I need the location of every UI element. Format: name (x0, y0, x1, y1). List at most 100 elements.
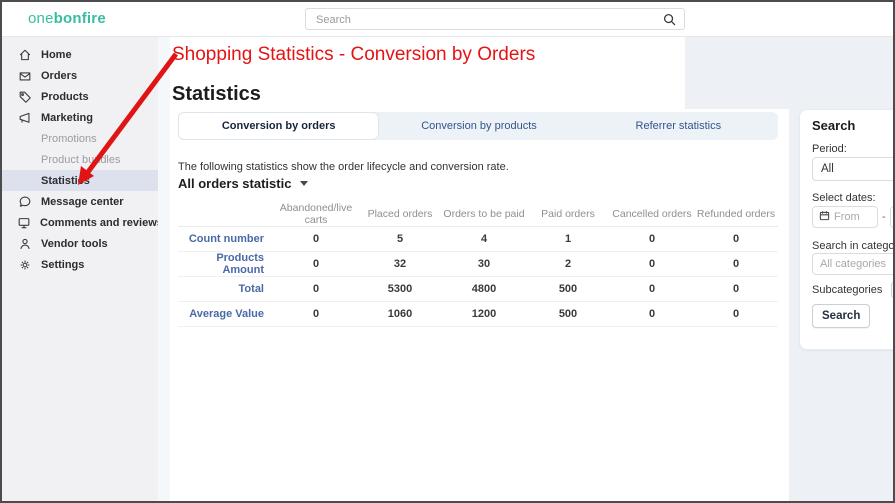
table-cell: 0 (610, 302, 694, 327)
sidebar-item-statistics[interactable]: Statistics (2, 170, 158, 191)
table-cell: 0 (694, 302, 778, 327)
panel-search-button[interactable]: Search (812, 304, 870, 328)
sidebar-item-settings[interactable]: Settings (2, 254, 158, 275)
row-label: Average Value (178, 302, 274, 327)
global-search (305, 8, 685, 30)
date-from-input[interactable]: From (812, 206, 878, 228)
table-cell: 0 (274, 252, 358, 277)
table-cell: 1 (526, 227, 610, 252)
sidebar-item-label: Statistics (41, 175, 90, 187)
date-to-input[interactable] (890, 206, 895, 228)
row-label: Products Amount (178, 252, 274, 277)
orders-statistic-dropdown[interactable]: All orders statistic (178, 176, 308, 191)
app-window: onebonfire Home Orders Products Marketing Pr… (0, 0, 895, 503)
table-cell: 4 (442, 227, 526, 252)
sidebar-item-label: Comments and reviews (40, 217, 163, 229)
table-column-header: Paid orders (526, 202, 610, 227)
sidebar-item-promotions[interactable]: Promotions (2, 128, 158, 149)
tab-conversion-by-products[interactable]: Conversion by products (379, 112, 578, 140)
sidebar-item-products[interactable]: Products (2, 86, 158, 107)
table-row: Total05300480050000 (178, 277, 778, 302)
sidebar-item-label: Home (41, 49, 72, 61)
sidebar-gutter (158, 37, 170, 501)
category-label: Search in category (812, 240, 895, 252)
table-cell: 0 (694, 277, 778, 302)
table-cell: 4800 (442, 277, 526, 302)
table-column-header: Abandoned/live carts (274, 202, 358, 227)
marketing-icon (17, 110, 32, 125)
table-cell: 0 (610, 252, 694, 277)
table-cell: 0 (274, 227, 358, 252)
category-input[interactable]: All categories (812, 253, 895, 275)
page-background-top-right (685, 37, 895, 109)
table-cell: 32 (358, 252, 442, 277)
table-cell: 500 (526, 277, 610, 302)
table-row: Average Value01060120050000 (178, 302, 778, 327)
period-select[interactable]: All (812, 157, 895, 181)
table-cell: 0 (274, 302, 358, 327)
table-column-header: Placed orders (358, 202, 442, 227)
table-row: Count number054100 (178, 227, 778, 252)
subcategories-label: Subcategories (812, 284, 882, 296)
sidebar-item-label: Settings (41, 259, 84, 271)
select-dates-label: Select dates: (812, 192, 876, 204)
description-text: The following statistics show the order … (178, 161, 509, 173)
tab-conversion-by-orders[interactable]: Conversion by orders (178, 112, 379, 140)
sidebar-item-marketing[interactable]: Marketing (2, 107, 158, 128)
table-cell: 500 (526, 302, 610, 327)
row-label: Total (178, 277, 274, 302)
sidebar-item-home[interactable]: Home (2, 44, 158, 65)
search-input[interactable] (314, 9, 648, 31)
sidebar-item-message-center[interactable]: Message center (2, 191, 158, 212)
date-separator: - (882, 211, 886, 223)
table-cell: 5 (358, 227, 442, 252)
sidebar: Home Orders Products Marketing Promotions Pro… (2, 37, 158, 501)
chevron-down-icon (300, 181, 308, 186)
table-cell: 1200 (442, 302, 526, 327)
subcategories-checkbox[interactable] (891, 282, 895, 298)
sidebar-item-label: Product bundles (41, 154, 121, 166)
comments-icon (17, 215, 31, 230)
sidebar-item-label: Message center (41, 196, 124, 208)
sidebar-item-label: Marketing (41, 112, 93, 124)
sidebar-item-label: Vendor tools (41, 238, 108, 250)
sidebar-item-product-bundles[interactable]: Product bundles (2, 149, 158, 170)
vendor-icon (17, 236, 32, 251)
table-cell: 0 (274, 277, 358, 302)
table-cell: 1060 (358, 302, 442, 327)
table-column-header: Cancelled orders (610, 202, 694, 227)
table-cell: 0 (694, 252, 778, 277)
table-corner-cell (178, 202, 274, 227)
sidebar-item-comments-and-reviews[interactable]: Comments and reviews (2, 212, 158, 233)
home-icon (17, 47, 32, 62)
table-cell: 0 (610, 227, 694, 252)
tab-referrer-statistics[interactable]: Referrer statistics (579, 112, 778, 140)
table-column-header: Orders to be paid (442, 202, 526, 227)
table-cell: 0 (694, 227, 778, 252)
orders-statistic-label: All orders statistic (178, 176, 291, 191)
sidebar-item-orders[interactable]: Orders (2, 65, 158, 86)
sidebar-item-label: Products (41, 91, 89, 103)
row-label: Count number (178, 227, 274, 252)
top-bar: onebonfire (2, 2, 893, 37)
date-range-row: From - (812, 206, 895, 228)
sidebar-item-label: Promotions (41, 133, 97, 145)
settings-icon (17, 257, 32, 272)
table-cell: 30 (442, 252, 526, 277)
search-panel: Search Period: All Select dates: From - … (799, 109, 895, 350)
table-column-header: Refunded orders (694, 202, 778, 227)
sidebar-item-label: Orders (41, 70, 77, 82)
table-cell: 0 (610, 277, 694, 302)
table-row: Products Amount03230200 (178, 252, 778, 277)
page-title: Statistics (172, 83, 261, 106)
search-icon[interactable] (662, 12, 677, 32)
sidebar-item-vendor-tools[interactable]: Vendor tools (2, 233, 158, 254)
brand-logo[interactable]: onebonfire (28, 10, 106, 27)
table-cell: 2 (526, 252, 610, 277)
search-panel-title: Search (812, 118, 855, 133)
orders-icon (17, 68, 32, 83)
calendar-icon (819, 208, 830, 226)
conversion-table: Abandoned/live cartsPlaced ordersOrders … (178, 202, 778, 327)
table-cell: 5300 (358, 277, 442, 302)
products-icon (17, 89, 32, 104)
